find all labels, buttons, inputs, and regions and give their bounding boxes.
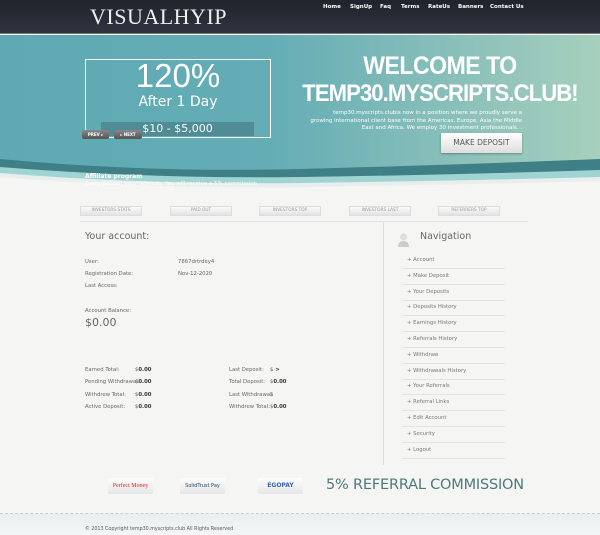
affiliate-title: Affiliate program	[85, 173, 143, 180]
plan-term: After 1 Day	[138, 94, 218, 110]
nav-item-label: Referrals History	[413, 336, 458, 342]
amount: 0.00	[138, 367, 152, 373]
nav-item-label: Account	[413, 257, 435, 263]
next-label: NEXT	[123, 132, 136, 137]
registration-value: Nov-12-2020	[178, 271, 213, 277]
stat-value: $	[270, 392, 273, 398]
stat-value: $0.00	[135, 404, 151, 410]
last-access-label: Last Access:	[85, 283, 118, 289]
user-label: User:	[85, 259, 99, 265]
amount: 0.00	[138, 379, 152, 386]
nav-item-label: Earnings History	[413, 320, 457, 327]
nav-item-label: Withdrawals History	[413, 367, 467, 374]
nav-item[interactable]: + Account	[402, 253, 505, 269]
nav-item[interactable]: + Your Deposits	[402, 285, 505, 301]
nav-item[interactable]: + Withdraw	[402, 348, 505, 364]
prev-label: PREV	[87, 132, 100, 137]
plan-promo-box: 120% After 1 Day $10 - $5,000	[85, 57, 271, 138]
nav-item-label: Your Deposits	[413, 288, 450, 295]
tab-investors-stats[interactable]: INVESTORS STATS	[80, 206, 142, 216]
amount: >	[273, 367, 280, 373]
stat-value: $0.00	[135, 367, 151, 373]
plan-percent: 120%	[135, 57, 221, 94]
currency: $	[270, 391, 274, 398]
referral-commission-banner: 5% REFERRAL COMMISSION	[326, 477, 524, 493]
column-divider	[383, 222, 384, 465]
nav-item[interactable]: + Make Deposit	[402, 269, 505, 285]
nav-item[interactable]: + Deposits History	[402, 300, 505, 317]
header: VISUALHYIP Home SignUp Faq Terms RateUs …	[0, 0, 600, 34]
make-deposit-button[interactable]: MAKE DEPOSIT	[441, 133, 522, 153]
stat-label: Last Withdrawal:	[229, 391, 274, 398]
stat-label: Total Deposit:	[229, 379, 266, 386]
stat-label: Last Deposit:	[229, 367, 264, 373]
balance-label: Account Balance:	[85, 308, 131, 314]
perfect-money-logo: Perfect Money	[108, 478, 153, 494]
nav-item-label: Your Referrals	[413, 383, 450, 390]
site-logo[interactable]: VISUALHYIP	[90, 4, 227, 30]
nav-item-label: Logout	[413, 446, 432, 453]
divider	[80, 221, 528, 222]
nav-item-label: Withdraw	[413, 351, 439, 358]
tab-referrers-top[interactable]: REFERRERS TOP	[438, 206, 500, 216]
user-value: 7867drtrdey4	[178, 259, 215, 265]
nav-item-label: Referral Links	[413, 399, 450, 406]
nav-terms[interactable]: Terms	[401, 4, 419, 10]
amount: 0.00	[273, 379, 287, 386]
tab-paid-out[interactable]: PAID OUT	[170, 206, 232, 216]
balance-value: $0.00	[85, 316, 117, 329]
amount: 0.00	[138, 391, 152, 398]
nav-contact[interactable]: Contact Us	[490, 4, 524, 10]
next-button[interactable]: ▸ NEXT	[114, 130, 142, 139]
amount: 0.00	[138, 403, 152, 410]
nav-item-label: Edit Account	[413, 415, 447, 421]
nav-item[interactable]: + Your Referrals	[402, 379, 505, 396]
nav-item[interactable]: + Withdrawals History	[402, 364, 505, 380]
amount: 0.00	[273, 403, 287, 410]
prev-button[interactable]: PREV ▸	[82, 130, 109, 139]
registration-label: Registration Date:	[85, 271, 134, 277]
solidtrust-pay-logo: SolidTrust Pay	[180, 478, 225, 494]
welcome-heading: WELCOME TO	[363, 52, 517, 80]
nav-banners[interactable]: Banners	[458, 4, 483, 10]
nav-item[interactable]: + Referral Links	[402, 395, 505, 412]
stat-label: Withdrew Total:	[229, 403, 270, 410]
nav-item-label: Deposits History	[413, 304, 457, 311]
welcome-description: temp30.myscripts.clubis now in a positio…	[310, 110, 522, 131]
nav-item[interactable]: + Earnings History	[402, 316, 505, 333]
nav-item[interactable]: + Edit Account	[402, 411, 505, 427]
welcome-site: TEMP30.MYSCRIPTS.CLUB!	[302, 80, 578, 107]
egopay-logo: EGOPAY	[258, 478, 303, 494]
stat-value: $0.00	[270, 404, 286, 410]
nav-home[interactable]: Home	[323, 4, 341, 10]
stat-value: $ >	[270, 367, 280, 373]
nav-rateus[interactable]: RateUs	[428, 4, 450, 10]
stat-value: $0.00	[135, 379, 151, 385]
nav-item-label: Security	[413, 430, 435, 437]
stat-value: $0.00	[270, 379, 286, 385]
affiliate-text: Every deposit your referrals. You will r…	[85, 181, 258, 187]
stat-label: Pending Withdrawal:	[85, 379, 140, 386]
stat-label: Earned Total:	[85, 367, 120, 373]
tab-investors-top[interactable]: INVESTORS TOP	[259, 206, 321, 216]
account-title: Your account:	[85, 231, 150, 242]
stat-label: Withdrew Total:	[85, 391, 126, 398]
nav-item[interactable]: + Referrals History	[402, 332, 505, 348]
stat-value: $0.00	[135, 392, 151, 398]
nav-item[interactable]: + Security	[402, 427, 505, 443]
nav-faq[interactable]: Faq	[380, 4, 391, 10]
user-icon	[398, 233, 409, 247]
nav-signup[interactable]: SignUp	[350, 4, 372, 10]
nav-item[interactable]: + Logout	[402, 443, 505, 459]
stat-label: Active Deposit:	[85, 403, 126, 410]
navigation-title: Navigation	[420, 231, 472, 242]
nav-item-label: Make Deposit	[413, 272, 450, 279]
tab-investors-last[interactable]: INVESTORS LAST	[349, 206, 411, 216]
copyright: © 2013 Copyright temp30.myscripts.club A…	[85, 527, 234, 532]
